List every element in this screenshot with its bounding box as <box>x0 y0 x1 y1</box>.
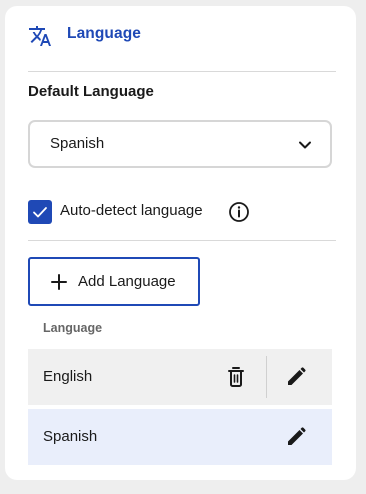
pencil-icon[interactable] <box>285 366 307 388</box>
panel-header: Language <box>28 22 336 72</box>
action-separator <box>266 356 267 398</box>
chevron-down-icon <box>299 141 311 149</box>
default-language-label: Default Language <box>28 83 154 100</box>
pencil-icon[interactable] <box>285 426 307 448</box>
language-settings-panel: Language Default Language Spanish Auto-d… <box>5 6 356 480</box>
language-row-english: English <box>28 349 332 405</box>
section-divider <box>28 240 336 241</box>
checkmark-icon <box>33 207 47 218</box>
add-language-label: Add Language <box>78 273 176 290</box>
language-name: Spanish <box>43 428 98 445</box>
language-name: English <box>43 368 93 385</box>
panel-title: Language <box>67 25 142 42</box>
language-column-header: Language <box>43 321 103 335</box>
auto-detect-checkbox[interactable] <box>28 200 52 224</box>
translate-icon <box>29 26 51 46</box>
plus-icon <box>51 274 67 290</box>
info-icon[interactable] <box>228 201 250 223</box>
auto-detect-label: Auto-detect language <box>60 202 203 219</box>
trash-icon[interactable] <box>226 366 246 388</box>
add-language-button[interactable]: Add Language <box>28 257 200 306</box>
default-language-value: Spanish <box>50 135 105 152</box>
language-row-spanish: Spanish <box>28 409 332 465</box>
default-language-select[interactable]: Spanish <box>28 120 332 168</box>
